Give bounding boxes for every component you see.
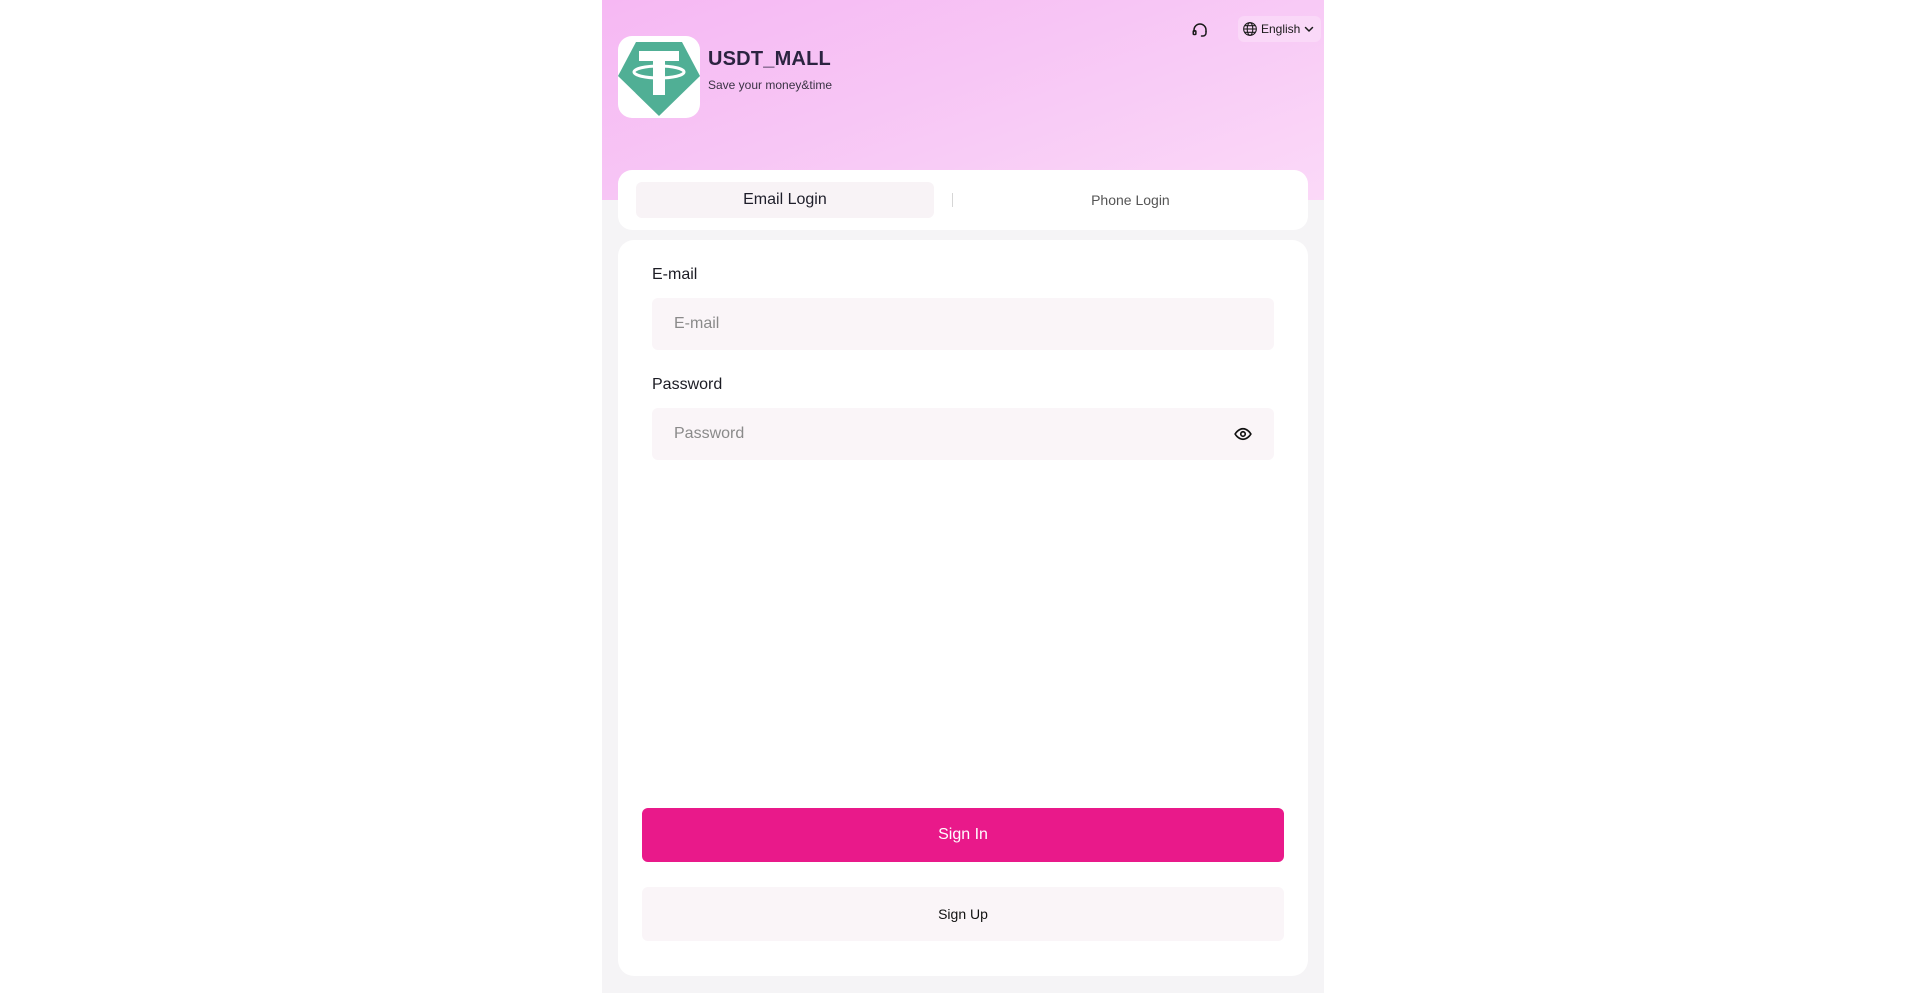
chevron-down-icon: [1305, 26, 1314, 32]
email-input[interactable]: [672, 314, 1254, 334]
login-tabs: Email Login Phone Login: [618, 170, 1308, 230]
language-selector[interactable]: English: [1238, 16, 1322, 42]
eye-icon: [1234, 427, 1252, 441]
headset-icon: [1192, 23, 1207, 37]
login-page: English USDT_MALL Save your money&time E…: [602, 0, 1324, 993]
tab-phone-login[interactable]: Phone Login: [971, 182, 1290, 218]
toggle-password-visibility-button[interactable]: [1232, 423, 1254, 445]
tether-logo-icon: [618, 42, 700, 116]
brand-slogan: Save your money&time: [708, 78, 833, 92]
sign-up-button[interactable]: Sign Up: [642, 887, 1284, 941]
tab-label: Email Login: [743, 191, 827, 208]
password-input[interactable]: [672, 424, 1232, 444]
tab-divider: [951, 193, 953, 207]
email-label: E-mail: [652, 266, 698, 283]
password-field-container: [652, 408, 1274, 460]
brand-name: USDT_MALL: [708, 48, 831, 70]
tab-label: Phone Login: [1091, 192, 1170, 208]
globe-icon: [1243, 22, 1257, 36]
brand-logo: [618, 36, 700, 118]
language-label: English: [1261, 22, 1301, 36]
sign-in-button[interactable]: Sign In: [642, 808, 1284, 862]
email-field-container: [652, 298, 1274, 350]
tab-email-login[interactable]: Email Login: [636, 182, 934, 218]
password-label: Password: [652, 376, 723, 393]
customer-support-button[interactable]: [1186, 16, 1214, 44]
login-form: E-mail Password Sign In Sign Up: [618, 240, 1308, 976]
